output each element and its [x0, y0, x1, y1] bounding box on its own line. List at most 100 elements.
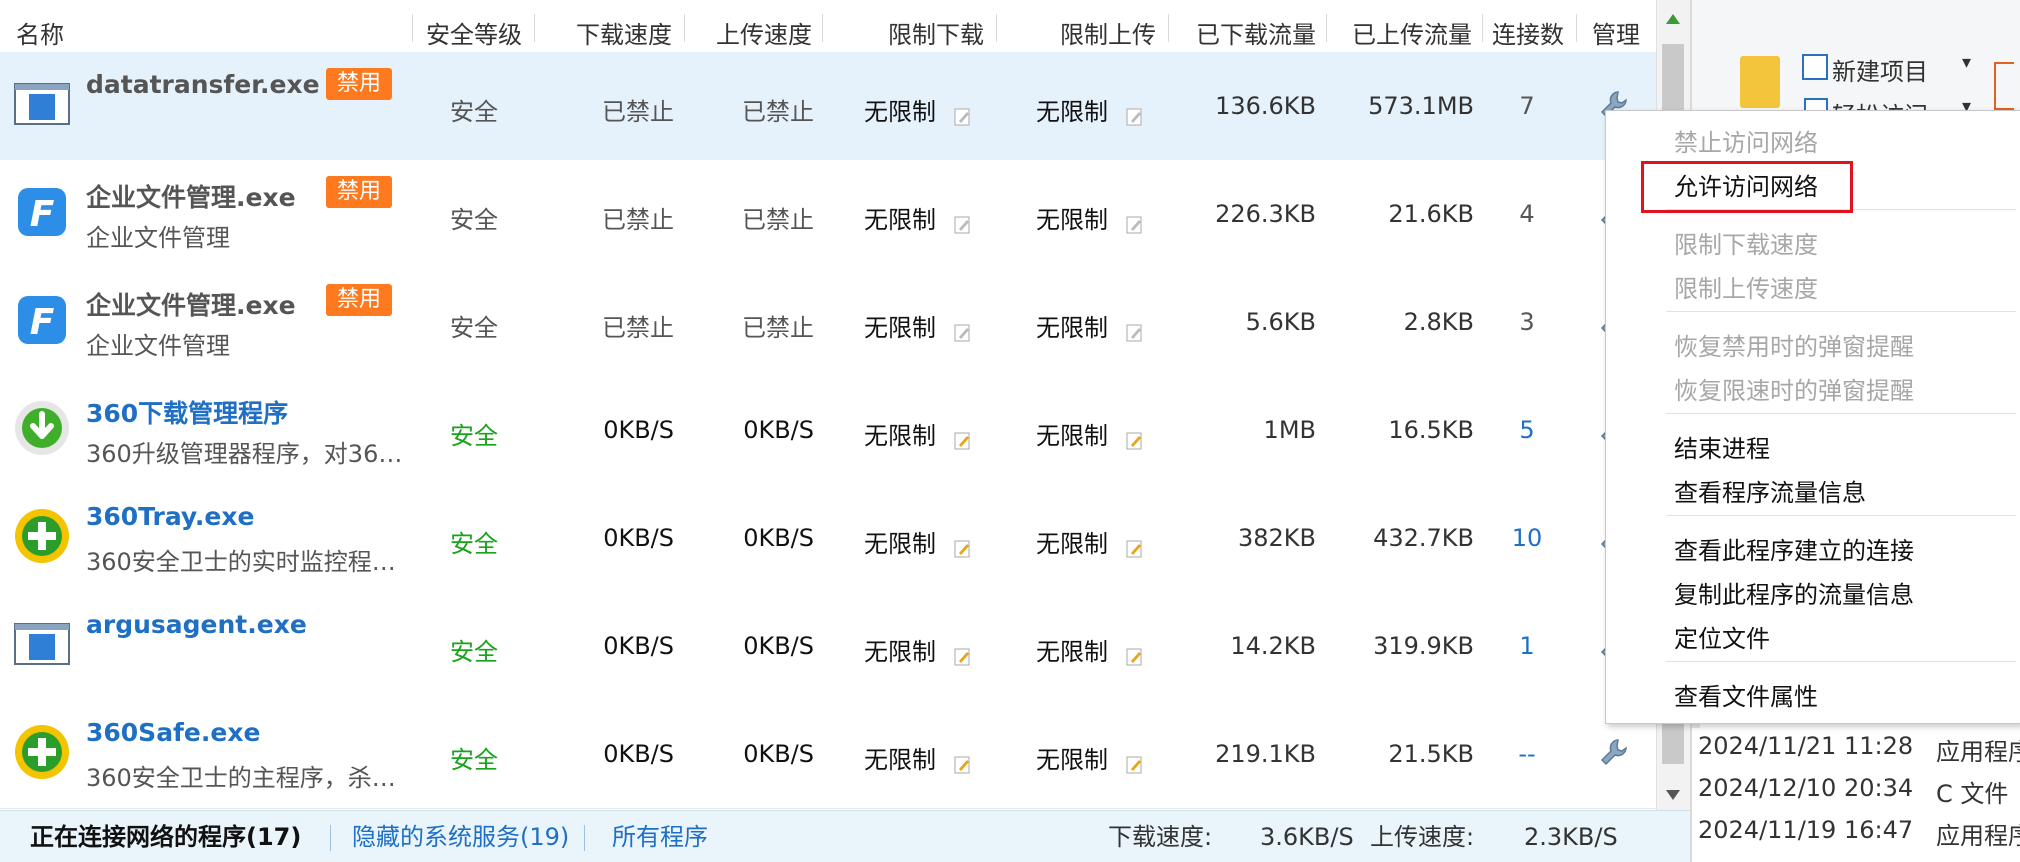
menu-item[interactable]: 限制下载速度	[1674, 225, 1818, 260]
tab-connecting-programs[interactable]: 正在连接网络的程序(17)	[30, 811, 301, 862]
menu-item[interactable]: 恢复限速时的弹窗提醒	[1674, 371, 1914, 406]
security-level: 安全	[450, 746, 498, 774]
window-app-icon	[12, 614, 72, 674]
col-security[interactable]: 安全等级	[426, 0, 522, 52]
upload-speed: 0KB/S	[743, 740, 814, 768]
limit-upload-value: 无限制	[1036, 638, 1108, 666]
col-limit-download[interactable]: 限制下载	[888, 0, 984, 52]
edit-icon[interactable]	[954, 320, 972, 342]
limit-download[interactable]: 无限制	[864, 524, 972, 559]
connection-count[interactable]: 10	[1484, 524, 1570, 552]
limit-upload[interactable]: 无限制	[1036, 308, 1144, 343]
edit-icon[interactable]	[954, 428, 972, 450]
table-row[interactable]: argusagent.exe 安全 0KB/S 0KB/S 无限制 无限制 14.2KB 31…	[0, 592, 1656, 701]
limit-download[interactable]: 无限制	[864, 740, 972, 775]
new-item-button[interactable]: 新建项目	[1832, 52, 1928, 87]
folder-icon	[1740, 56, 1780, 108]
limit-upload[interactable]: 无限制	[1036, 524, 1144, 559]
download-speed-label: 下载速度:	[1108, 823, 1213, 851]
uploaded-traffic: 432.7KB	[1373, 524, 1474, 552]
edit-icon[interactable]	[1126, 320, 1144, 342]
table-row[interactable]: datatransfer.exe 禁用 安全 已禁止 已禁止 无限制 无限制 136.6KB 5…	[0, 52, 1656, 161]
footer-bar: 正在连接网络的程序(17) 隐藏的系统服务(19) 所有程序 下载速度: 3.6…	[0, 810, 1690, 862]
connection-count[interactable]: 4	[1484, 200, 1570, 228]
menu-item[interactable]: 禁止访问网络	[1674, 123, 1818, 158]
edit-icon[interactable]	[954, 104, 972, 126]
edit-icon[interactable]	[954, 752, 972, 774]
table-row[interactable]: 360Tray.exe 360安全卫士的实时监控程… 安全 0KB/S 0KB/S 无限制…	[0, 484, 1656, 593]
table-row[interactable]: F 企业文件管理.exe 企业文件管理 禁用 安全 已禁止 已禁止 无限制 无限制 226.3KB…	[0, 160, 1656, 269]
edit-icon[interactable]	[954, 536, 972, 558]
edit-icon[interactable]	[1126, 212, 1144, 234]
col-download-speed[interactable]: 下载速度	[576, 0, 672, 52]
svg-text:F: F	[30, 194, 55, 235]
menu-item[interactable]: 限制上传速度	[1674, 269, 1818, 304]
limit-upload[interactable]: 无限制	[1036, 92, 1144, 127]
new-item-icon	[1802, 54, 1828, 80]
limit-download[interactable]: 无限制	[864, 200, 972, 235]
program-name[interactable]: 360Tray.exe	[86, 502, 254, 531]
menu-item[interactable]: 查看文件属性	[1674, 677, 1818, 712]
limit-download[interactable]: 无限制	[864, 308, 972, 343]
program-description: 企业文件管理	[86, 224, 230, 252]
connection-count[interactable]: 7	[1484, 92, 1570, 120]
table-row[interactable]: F 企业文件管理.exe 企业文件管理 禁用 安全 已禁止 已禁止 无限制 无限制 5.6KB 2.…	[0, 268, 1656, 377]
table-row[interactable]: 360下载管理程序 360升级管理器程序，对36… 安全 0KB/S 0KB/S 无限制 无…	[0, 376, 1656, 485]
program-name[interactable]: 企业文件管理.exe	[86, 178, 296, 214]
edit-icon[interactable]	[1126, 536, 1144, 558]
edit-icon[interactable]	[1126, 752, 1144, 774]
program-name[interactable]: 360下载管理程序	[86, 394, 288, 430]
limit-upload[interactable]: 无限制	[1036, 632, 1144, 667]
program-name[interactable]: datatransfer.exe	[86, 70, 320, 99]
connection-count[interactable]: --	[1484, 740, 1570, 768]
edit-icon[interactable]	[1126, 644, 1144, 666]
program-name[interactable]: argusagent.exe	[86, 610, 307, 639]
security-level: 安全	[450, 638, 498, 666]
col-uploaded[interactable]: 已上传流量	[1352, 0, 1472, 52]
scroll-up-icon[interactable]	[1666, 14, 1680, 24]
program-name[interactable]: 360Safe.exe	[86, 718, 260, 747]
menu-item[interactable]: 恢复禁用时的弹窗提醒	[1674, 327, 1914, 362]
menu-item[interactable]: 复制此程序的流量信息	[1674, 575, 1914, 610]
scroll-down-icon[interactable]	[1666, 790, 1680, 800]
menu-item[interactable]: 查看程序流量信息	[1674, 473, 1866, 508]
tab-all-programs[interactable]: 所有程序	[612, 811, 708, 862]
edit-icon[interactable]	[954, 212, 972, 234]
limit-download[interactable]: 无限制	[864, 632, 972, 667]
tab-hidden-services[interactable]: 隐藏的系统服务(19)	[352, 811, 569, 862]
limit-download-value: 无限制	[864, 206, 936, 234]
uploaded-traffic: 573.1MB	[1368, 92, 1474, 120]
edit-icon[interactable]	[1126, 104, 1144, 126]
uploaded-traffic: 16.5KB	[1388, 416, 1474, 444]
downloaded-traffic: 226.3KB	[1215, 200, 1316, 228]
traffic-monitor-panel: 名称 安全等级 下载速度 上传速度 限制下载 限制上传 已下载流量 已上传流量 …	[0, 0, 1690, 862]
table-row[interactable]: 360Safe.exe 360安全卫士的主程序，杀… 安全 0KB/S 0KB/S 无限制…	[0, 700, 1656, 809]
security-level: 安全	[450, 314, 498, 342]
wrench-icon[interactable]	[1598, 736, 1630, 772]
col-name[interactable]: 名称	[16, 0, 64, 52]
col-manage[interactable]: 管理	[1592, 0, 1640, 52]
limit-upload[interactable]: 无限制	[1036, 200, 1144, 235]
col-connections[interactable]: 连接数	[1492, 0, 1564, 52]
program-name[interactable]: 企业文件管理.exe	[86, 286, 296, 322]
connection-count[interactable]: 5	[1484, 416, 1570, 444]
col-limit-upload[interactable]: 限制上传	[1060, 0, 1156, 52]
security-level: 安全	[450, 98, 498, 126]
menu-item[interactable]: 结束进程	[1674, 429, 1770, 464]
downloaded-traffic: 5.6KB	[1245, 308, 1316, 336]
connection-count[interactable]: 1	[1484, 632, 1570, 660]
limit-upload[interactable]: 无限制	[1036, 416, 1144, 451]
menu-separator	[1666, 311, 2016, 312]
menu-item[interactable]: 定位文件	[1674, 619, 1770, 654]
limit-upload[interactable]: 无限制	[1036, 740, 1144, 775]
edit-icon[interactable]	[954, 644, 972, 666]
col-upload-speed[interactable]: 上传速度	[716, 0, 812, 52]
limit-download[interactable]: 无限制	[864, 416, 972, 451]
connection-count[interactable]: 3	[1484, 308, 1570, 336]
new-item-dropdown-icon[interactable]: ▾	[1962, 52, 1971, 73]
download-speed: 0KB/S	[603, 416, 674, 444]
menu-item[interactable]: 查看此程序建立的连接	[1674, 531, 1914, 566]
limit-download[interactable]: 无限制	[864, 92, 972, 127]
col-downloaded[interactable]: 已下载流量	[1196, 0, 1316, 52]
edit-icon[interactable]	[1126, 428, 1144, 450]
